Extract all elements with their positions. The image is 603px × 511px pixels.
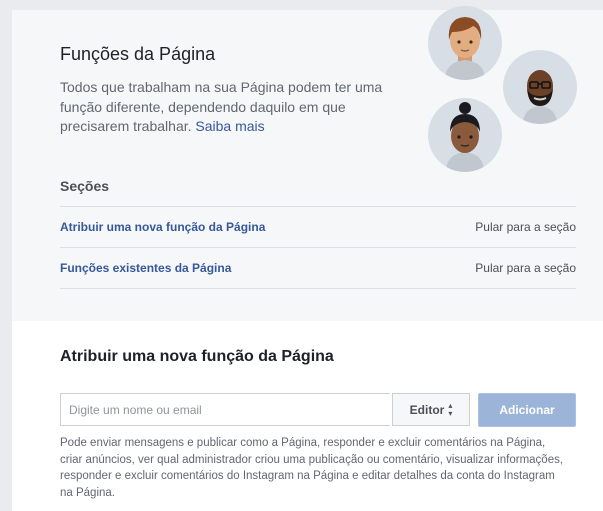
page-title: Funções da Página: [60, 44, 216, 64]
section-link-assign-role[interactable]: Atribuir uma nova função da Página: [60, 220, 265, 234]
assign-role-title: Atribuir uma nova função da Página: [60, 348, 334, 365]
jump-to-section-link[interactable]: Pular para a seção: [475, 261, 576, 275]
section-row-existing-roles: Funções existentes da Página Pular para …: [60, 247, 576, 289]
name-or-email-input[interactable]: [60, 393, 390, 426]
role-description-text: Pode enviar mensagens e publicar como a …: [60, 437, 564, 499]
learn-more-link[interactable]: Saiba mais: [195, 118, 264, 134]
role-select-dropdown[interactable]: Editor ▴ ▾: [392, 393, 470, 426]
page-roles-header-panel: Funções da Página Todos que trabalham na…: [12, 6, 603, 321]
add-button[interactable]: Adicionar: [478, 393, 576, 427]
section-row-assign-role: Atribuir uma nova função da Página Pular…: [60, 206, 576, 247]
sections-heading: Seções: [60, 178, 110, 194]
updown-arrow-icon: ▴ ▾: [448, 400, 453, 418]
avatar-bearded-man-icon: [503, 50, 577, 124]
avatar-woman-icon: [428, 6, 502, 80]
assign-role-panel: Atribuir uma nova função da Página Edito…: [12, 321, 603, 511]
intro-text: Todos que trabalham na sua Página podem …: [60, 78, 405, 137]
section-link-existing-roles[interactable]: Funções existentes da Página: [60, 261, 231, 275]
jump-to-section-link[interactable]: Pular para a seção: [475, 220, 576, 234]
role-select-value: Editor: [409, 402, 445, 417]
avatar-woman-bun-icon: [428, 98, 502, 172]
